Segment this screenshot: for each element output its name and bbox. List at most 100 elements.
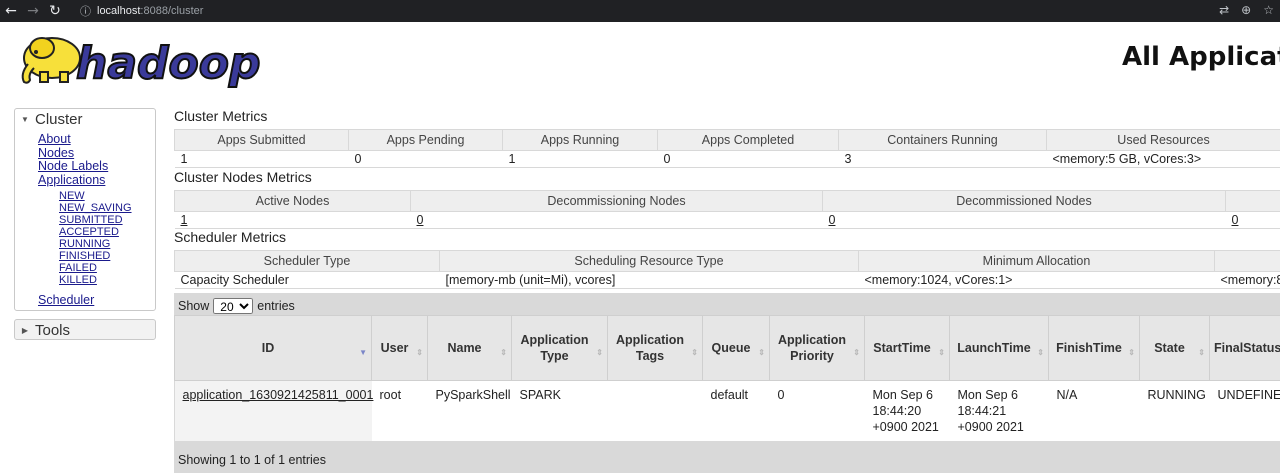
scheduler-metrics-table: Scheduler Type Scheduling Resource Type …: [174, 250, 1280, 289]
link-nodes-extra[interactable]: 0: [1232, 213, 1239, 227]
value-minimum-allocation: <memory:1024, vCores:1>: [858, 271, 1215, 289]
col-apps-submitted: Apps Submitted: [174, 129, 349, 151]
cell-queue: default: [702, 380, 770, 441]
cluster-metrics-title: Cluster Metrics: [174, 108, 268, 124]
cell-user: root: [371, 380, 428, 441]
value-maximum-allocation: <memory:8: [1214, 271, 1280, 289]
nav-link-scheduler[interactable]: Scheduler: [38, 293, 155, 308]
nav-link-state-accepted[interactable]: ACCEPTED: [59, 226, 155, 238]
nav-link-applications[interactable]: Applications: [38, 173, 155, 188]
cell-name: PySparkShell: [427, 380, 512, 441]
cell-start-time: Mon Sep 6 18:44:20 +0900 2021: [864, 380, 950, 441]
col-application-tags[interactable]: Application Tags ⇕: [607, 315, 703, 381]
elephant-icon: [21, 37, 81, 84]
col-start-time[interactable]: StartTime ⇕: [864, 315, 950, 381]
page-title: All Applicat: [1122, 42, 1280, 72]
cluster-metrics-table: Apps Submitted Apps Pending Apps Running…: [174, 129, 1280, 168]
col-id[interactable]: ID ▼: [174, 315, 372, 381]
col-name[interactable]: Name ⇕: [427, 315, 512, 381]
col-decommissioning-nodes: Decommissioning Nodes: [410, 190, 823, 212]
cluster-nav-panel: ▼ Cluster About Nodes Node Labels Applic…: [14, 108, 156, 311]
nav-link-state-failed[interactable]: FAILED: [59, 262, 155, 274]
nav-link-state-new[interactable]: NEW: [59, 190, 155, 202]
sort-icon: ⇕: [500, 348, 507, 357]
value-apps-pending: 0: [348, 150, 503, 168]
svg-text:hadoop: hadoop: [76, 38, 260, 89]
col-launch-time[interactable]: LaunchTime ⇕: [949, 315, 1049, 381]
cell-tags: [607, 380, 703, 441]
link-active-nodes[interactable]: 1: [181, 213, 188, 227]
tools-nav-title: Tools: [35, 321, 71, 339]
value-used-resources: <memory:5 GB, vCores:3>: [1046, 150, 1280, 168]
cell-state: RUNNING: [1139, 380, 1210, 441]
cell-final-status: UNDEFINED: [1209, 380, 1280, 441]
col-application-priority[interactable]: Application Priority ⇕: [769, 315, 865, 381]
sort-desc-icon: ▼: [359, 348, 367, 357]
col-scheduling-resource-type: Scheduling Resource Type: [439, 250, 859, 272]
cell-finish-time: N/A: [1048, 380, 1140, 441]
value-containers-running: 3: [838, 150, 1047, 168]
hadoop-logo: hadoop: [21, 37, 261, 90]
sort-icon: ⇕: [691, 348, 698, 357]
col-apps-completed: Apps Completed: [657, 129, 839, 151]
reload-icon[interactable]: ↻: [44, 3, 66, 19]
translate-icon[interactable]: ⇄: [1219, 3, 1229, 17]
nav-link-node-labels[interactable]: Node Labels: [38, 159, 155, 174]
cell-priority: 0: [769, 380, 865, 441]
col-apps-pending: Apps Pending: [348, 129, 503, 151]
col-scheduler-type: Scheduler Type: [174, 250, 440, 272]
sort-icon: ⇕: [1128, 348, 1135, 357]
bookmark-star-icon[interactable]: ☆: [1263, 3, 1274, 17]
applications-table: ID ▼ User ⇕ Name ⇕ Application Type ⇕ Applic…: [174, 315, 1280, 441]
nav-link-state-finished[interactable]: FINISHED: [59, 250, 155, 262]
application-id-link[interactable]: application_1630921425811_0001: [183, 388, 374, 402]
sort-icon: ⇕: [416, 348, 423, 357]
nodes-metrics-title: Cluster Nodes Metrics: [174, 169, 312, 185]
site-info-icon[interactable]: ⓘ: [80, 3, 91, 19]
nav-link-nodes[interactable]: Nodes: [38, 146, 155, 161]
col-used-resources: Used Resources: [1046, 129, 1280, 151]
value-apps-submitted: 1: [174, 150, 349, 168]
cluster-nav-title: Cluster: [35, 110, 83, 128]
col-apps-running: Apps Running: [502, 129, 658, 151]
value-scheduling-resource-type: [memory-mb (unit=Mi), vcores]: [439, 271, 859, 289]
link-decommissioning-nodes[interactable]: 0: [417, 213, 424, 227]
sort-icon: ⇕: [1037, 348, 1044, 357]
nav-link-state-running[interactable]: RUNNING: [59, 238, 155, 250]
col-decommissioned-nodes: Decommissioned Nodes: [822, 190, 1226, 212]
sort-icon: ⇕: [853, 348, 860, 357]
tools-nav-panel[interactable]: ▶ Tools: [14, 319, 156, 340]
browser-toolbar: ← → ↻ ⓘ localhost:8088/cluster ⇄ ⊕ ☆: [0, 0, 1280, 22]
table-row: application_1630921425811_0001 root PySp…: [174, 380, 1280, 441]
forward-icon[interactable]: →: [22, 3, 44, 19]
col-user[interactable]: User ⇕: [371, 315, 428, 381]
col-queue[interactable]: Queue ⇕: [702, 315, 770, 381]
address-bar[interactable]: localhost:8088/cluster: [97, 5, 203, 17]
cluster-nav-header[interactable]: ▼ Cluster: [15, 109, 155, 129]
nav-link-state-new-saving[interactable]: NEW_SAVING: [59, 202, 155, 214]
col-finish-time[interactable]: FinishTime ⇕: [1048, 315, 1140, 381]
sort-icon: ⇕: [596, 348, 603, 357]
nav-link-state-killed[interactable]: KILLED: [59, 274, 155, 286]
cell-type: SPARK: [511, 380, 608, 441]
col-nodes-extra: [1225, 190, 1280, 212]
sort-icon: ⇕: [938, 348, 945, 357]
col-active-nodes: Active Nodes: [174, 190, 411, 212]
nav-link-state-submitted[interactable]: SUBMITTED: [59, 214, 155, 226]
col-final-status[interactable]: FinalStatus: [1209, 315, 1280, 381]
link-decommissioned-nodes[interactable]: 0: [829, 213, 836, 227]
col-application-type[interactable]: Application Type ⇕: [511, 315, 608, 381]
col-state[interactable]: State ⇕: [1139, 315, 1210, 381]
page-size-select[interactable]: 20: [213, 298, 254, 314]
col-containers-running: Containers Running: [838, 129, 1047, 151]
nav-link-about[interactable]: About: [38, 132, 155, 147]
back-icon[interactable]: ←: [0, 3, 22, 19]
scheduler-metrics-title: Scheduler Metrics: [174, 229, 287, 245]
show-label: Show: [178, 299, 210, 313]
col-scheduler-extra: [1214, 250, 1280, 272]
col-minimum-allocation: Minimum Allocation: [858, 250, 1215, 272]
value-scheduler-type: Capacity Scheduler: [174, 271, 440, 289]
zoom-icon[interactable]: ⊕: [1241, 3, 1251, 17]
triangle-right-icon: ▶: [21, 325, 29, 335]
nodes-metrics-table: Active Nodes Decommissioning Nodes Decom…: [174, 190, 1280, 229]
